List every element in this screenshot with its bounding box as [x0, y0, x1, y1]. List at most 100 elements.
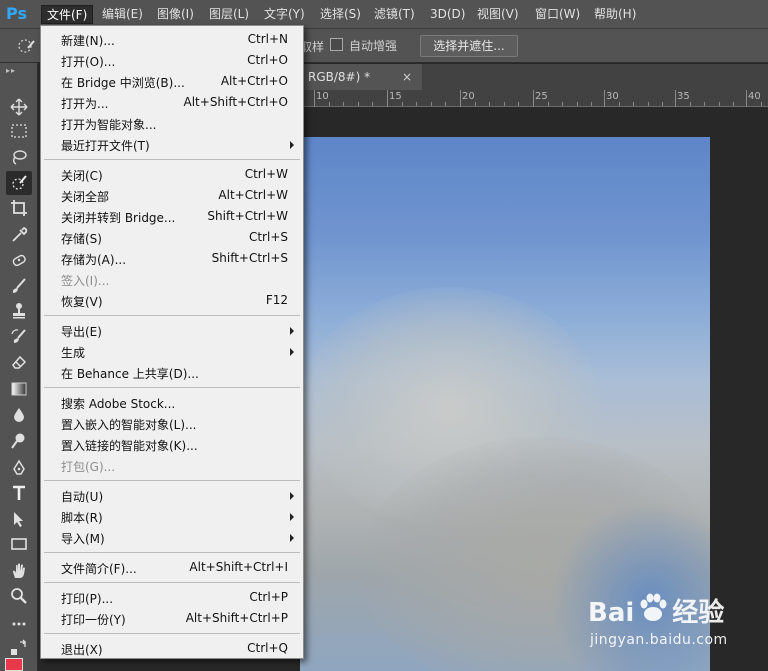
ruler-label: 10: [316, 91, 329, 102]
ruler-minor-tick: [647, 102, 649, 106]
healing-brush-tool[interactable]: [6, 248, 32, 272]
menu-9[interactable]: 窗口(W): [530, 5, 585, 24]
rectangle-tool[interactable]: [6, 532, 32, 556]
menu-7[interactable]: 3D(D): [425, 5, 470, 24]
document-tab[interactable]: RGB/8#) * ×: [304, 64, 422, 90]
menu-item-label: 文件简介(F)...: [61, 562, 137, 576]
foreground-color-swatch[interactable]: [5, 658, 23, 671]
menu-10[interactable]: 帮助(H): [589, 5, 641, 24]
menu-4[interactable]: 文字(Y): [259, 5, 310, 24]
file-menu-item[interactable]: 文件简介(F)... Alt+Shift+Ctrl+I: [42, 557, 302, 578]
marquee-tool[interactable]: [6, 119, 32, 143]
menu-item-label: 搜索 Adobe Stock...: [61, 397, 176, 411]
menu-6[interactable]: 滤镜(T): [369, 5, 420, 24]
eraser-icon: [12, 355, 27, 369]
clone-stamp-tool[interactable]: [6, 299, 32, 323]
menu-item-label: 导出(E): [61, 325, 102, 339]
file-menu-item: 打包(G)...: [42, 455, 302, 476]
file-menu-item[interactable]: 打开为智能对象...: [42, 113, 302, 134]
file-menu-item[interactable]: 存储(S) Ctrl+S: [42, 227, 302, 248]
spot-healing-icon: [12, 254, 26, 267]
menu-2[interactable]: 图像(I): [152, 5, 199, 24]
file-menu-item[interactable]: 脚本(R): [42, 506, 302, 527]
file-menu-item[interactable]: 打印一份(Y) Alt+Shift+Ctrl+P: [42, 608, 302, 629]
menu-separator: [44, 582, 300, 583]
file-menu-item[interactable]: 置入嵌入的智能对象(L)...: [42, 413, 302, 434]
file-menu-item[interactable]: 打开(O)... Ctrl+O: [42, 50, 302, 71]
file-menu-item[interactable]: 关闭全部 Alt+Ctrl+W: [42, 185, 302, 206]
paw-icon: [640, 593, 667, 621]
file-menu-item[interactable]: 导出(E): [42, 320, 302, 341]
menu-item-label: 存储(S): [61, 232, 102, 246]
menu-item-label: 打印一份(Y): [61, 613, 126, 627]
eyedropper-tool[interactable]: [6, 223, 32, 247]
menu-item-shortcut: Shift+Ctrl+S: [211, 251, 288, 265]
close-icon[interactable]: ×: [402, 64, 412, 90]
file-menu-item[interactable]: 最近打开文件(T): [42, 134, 302, 155]
type-tool[interactable]: [6, 481, 32, 505]
rectangle-marquee-icon: [11, 124, 27, 138]
pen-tool[interactable]: [6, 456, 32, 480]
ruler-minor-tick: [704, 102, 705, 106]
file-menu-item[interactable]: 恢复(V) F12: [42, 290, 302, 311]
file-menu-item[interactable]: 打开为... Alt+Shift+Ctrl+O: [42, 92, 302, 113]
file-menu-item[interactable]: 关闭(C) Ctrl+W: [42, 164, 302, 185]
file-menu-item: 签入(I)...: [42, 269, 302, 290]
zoom-tool[interactable]: [6, 584, 32, 608]
file-menu-item[interactable]: 退出(X) Ctrl+Q: [42, 638, 302, 659]
swap-colors-icon: [11, 639, 26, 655]
submenu-arrow-icon: [290, 492, 294, 500]
menu-item-label: 恢复(V): [61, 295, 103, 309]
ruler-minor-tick: [591, 102, 592, 106]
menu-5[interactable]: 选择(S): [315, 5, 366, 24]
eraser-tool[interactable]: [6, 350, 32, 374]
file-menu-item[interactable]: 存储为(A)... Shift+Ctrl+S: [42, 248, 302, 269]
menu-8[interactable]: 视图(V): [472, 5, 524, 24]
baidu-watermark: Bai 经验 jingyan.baidu.com: [588, 592, 768, 671]
ruler-minor-tick: [633, 102, 634, 106]
file-menu-item[interactable]: 关闭并转到 Bridge... Shift+Ctrl+W: [42, 206, 302, 227]
ruler-label: 30: [606, 91, 619, 102]
ruler-minor-tick: [547, 102, 549, 106]
file-menu-item[interactable]: 在 Behance 上共享(D)...: [42, 362, 302, 383]
menu-item-shortcut: Alt+Shift+Ctrl+O: [183, 95, 288, 109]
file-menu-item[interactable]: 打印(P)... Ctrl+P: [42, 587, 302, 608]
menu-0[interactable]: 文件(F): [41, 5, 94, 24]
blur-tool[interactable]: [6, 403, 32, 427]
dodge-tool[interactable]: [6, 429, 32, 453]
file-menu-item[interactable]: 生成: [42, 341, 302, 362]
hand-tool[interactable]: [6, 559, 32, 583]
auto-enhance-checkbox[interactable]: [330, 38, 343, 51]
menu-1[interactable]: 编辑(E): [97, 5, 148, 24]
quick-selection-tool-preset-icon[interactable]: [16, 37, 36, 55]
ruler-major-tick: [387, 90, 388, 107]
lasso-tool[interactable]: [6, 145, 32, 169]
menu-item-label: 打开(O)...: [61, 55, 116, 69]
select-and-mask-button[interactable]: 选择并遮住...: [420, 35, 518, 57]
move-tool[interactable]: [6, 95, 32, 119]
more-tools[interactable]: [6, 612, 32, 636]
menu-3[interactable]: 图层(L): [204, 5, 254, 24]
file-menu-item[interactable]: 新建(N)... Ctrl+N: [42, 29, 302, 50]
watermark-brand: Bai: [588, 598, 635, 628]
pen-icon: [13, 459, 25, 475]
toolbar-grip-icon[interactable]: ▸▸: [6, 66, 16, 75]
quick-selection-tool[interactable]: [6, 171, 32, 195]
file-menu-item[interactable]: 置入链接的智能对象(K)...: [42, 434, 302, 455]
file-menu-item[interactable]: 自动(U): [42, 485, 302, 506]
brush-tool[interactable]: [6, 274, 32, 298]
gradient-icon: [11, 382, 27, 396]
ruler-major-tick: [675, 90, 676, 107]
history-brush-tool[interactable]: [6, 325, 32, 349]
menu-item-shortcut: Ctrl+O: [247, 53, 288, 67]
file-menu-item[interactable]: 在 Bridge 中浏览(B)... Alt+Ctrl+O: [42, 71, 302, 92]
path-selection-tool[interactable]: [6, 507, 32, 531]
file-menu-item[interactable]: 导入(M): [42, 527, 302, 548]
menu-item-shortcut: Ctrl+W: [244, 167, 288, 181]
file-menu-item[interactable]: 搜索 Adobe Stock...: [42, 392, 302, 413]
submenu-arrow-icon: [290, 513, 294, 521]
crop-tool[interactable]: [6, 196, 32, 220]
menu-separator: [44, 159, 300, 160]
swap-colors[interactable]: [6, 636, 32, 660]
gradient-tool[interactable]: [6, 377, 32, 401]
